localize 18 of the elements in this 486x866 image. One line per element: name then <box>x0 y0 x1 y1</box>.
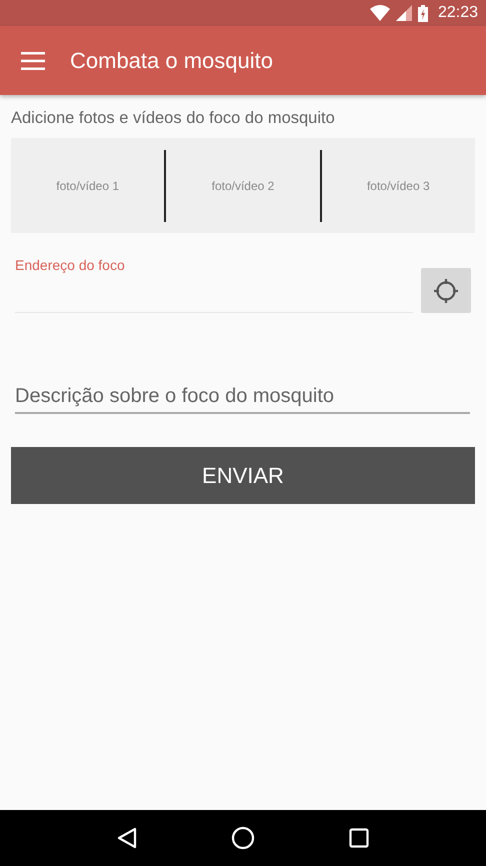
home-icon[interactable] <box>231 826 255 850</box>
clock-time: 22:23 <box>438 4 478 22</box>
battery-charging-icon <box>418 4 428 22</box>
recents-icon[interactable] <box>349 828 369 848</box>
locate-button[interactable] <box>421 268 471 313</box>
media-slot[interactable]: foto/vídeo 2 <box>166 178 320 192</box>
wifi-icon <box>370 5 390 21</box>
menu-icon[interactable] <box>21 52 45 70</box>
app-title: Combata o mosquito <box>70 48 273 74</box>
signal-icon <box>396 5 412 21</box>
media-slot[interactable]: foto/vídeo 1 <box>11 178 164 192</box>
crosshair-icon <box>432 276 460 304</box>
description-field[interactable]: Descrição sobre o foco do mosquito <box>15 385 470 414</box>
media-heading: Adicione fotos e vídeos do foco do mosquito <box>11 109 336 128</box>
send-button[interactable]: ENVIAR <box>11 447 475 504</box>
back-icon[interactable] <box>117 827 137 849</box>
address-field[interactable]: Endereço do foco <box>15 257 413 313</box>
media-slot[interactable]: foto/vídeo 3 <box>322 178 475 192</box>
